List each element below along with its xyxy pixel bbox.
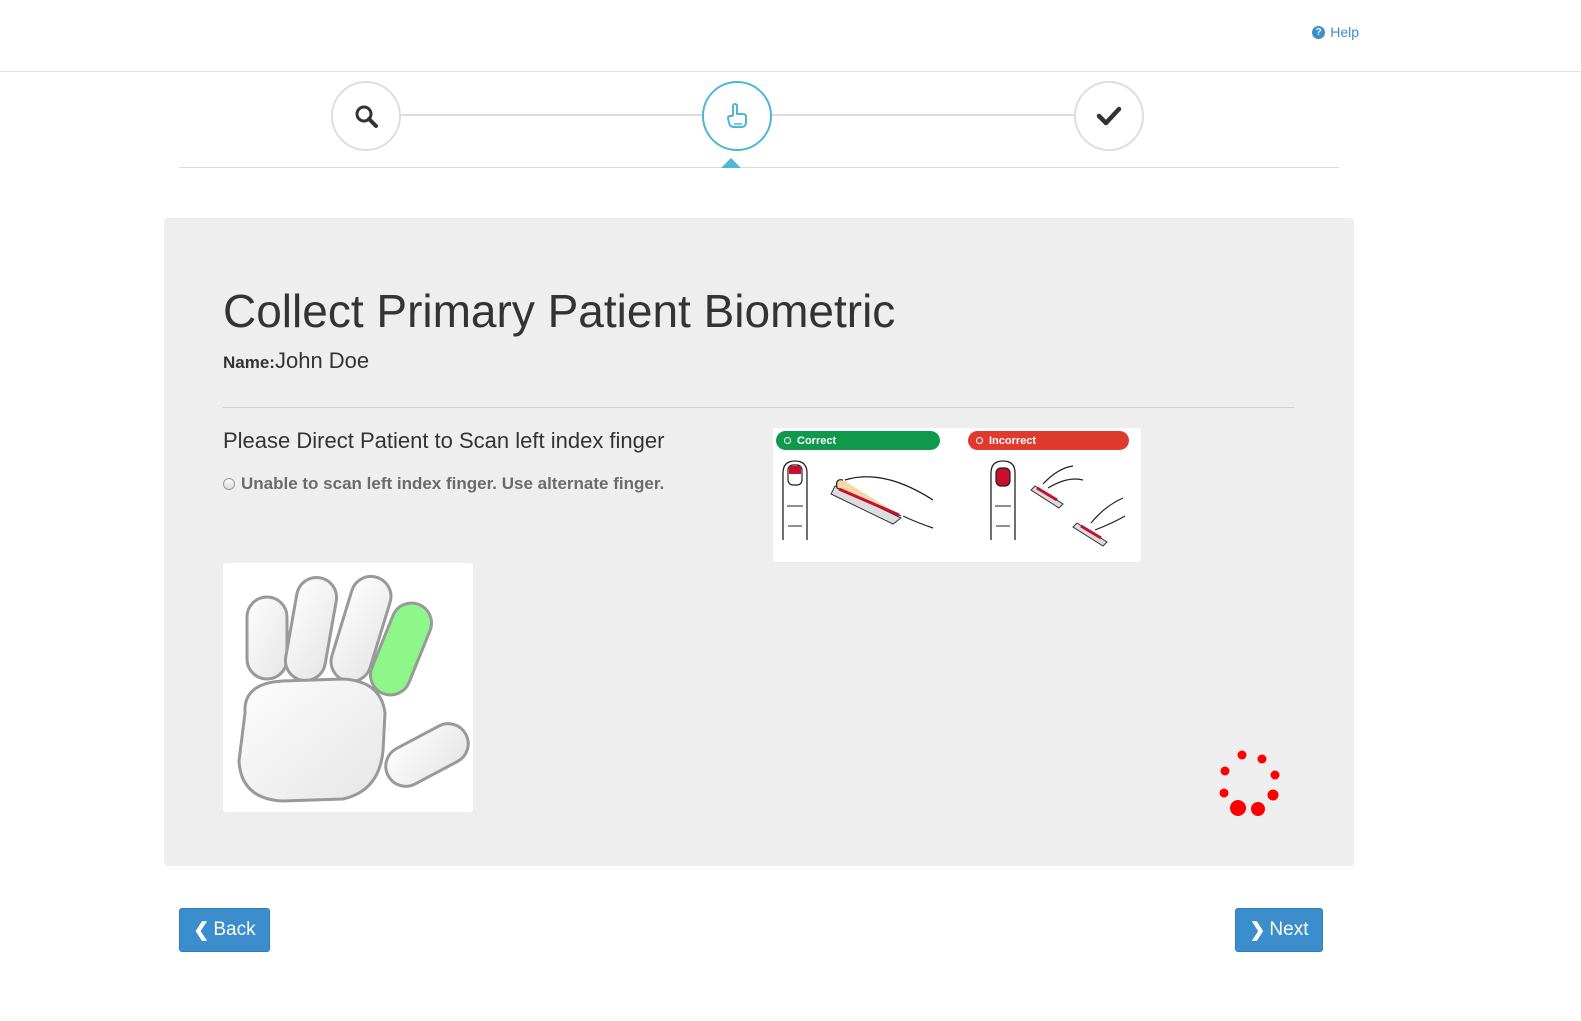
biometric-panel: Collect Primary Patient Biometric Name:J… [164,218,1354,866]
name-label: Name: [223,353,275,372]
next-button[interactable]: ❯ Next [1235,908,1323,952]
step-search[interactable] [331,81,401,151]
help-link[interactable]: ? Help [1312,24,1359,40]
chevron-left-icon: ❮ [193,919,210,941]
help-label: Help [1330,24,1359,40]
step-confirm[interactable] [1074,81,1144,151]
top-bar: ? Help [0,0,1581,72]
stepper-divider [179,167,1339,168]
patient-name-row: Name:John Doe [223,348,369,374]
alternate-finger-option[interactable]: Unable to scan left index finger. Use al… [223,474,664,494]
scan-instruction: Please Direct Patient to Scan left index… [223,428,665,453]
finger-placement-illustration [782,460,1126,547]
alternate-finger-radio[interactable] [223,478,235,490]
finger-pointing-icon [727,103,747,128]
next-label: Next [1269,919,1309,940]
search-icon [355,105,378,128]
checkmark-icon [1096,106,1122,126]
step-biometric[interactable] [702,81,772,151]
alternate-finger-label: Unable to scan left index finger. Use al… [241,474,665,493]
loading-spinner [1219,750,1280,816]
left-hand-icon [237,574,470,803]
back-label: Back [213,919,256,940]
chevron-right-icon: ❯ [1249,919,1266,941]
placement-guide-image: Correct Incorrect [773,428,1141,562]
question-circle-icon: ? [1312,25,1326,39]
hand-diagram [223,563,473,812]
back-button[interactable]: ❮ Back [179,908,270,952]
divider [223,407,1294,408]
active-step-pointer [721,158,741,168]
patient-name: John Doe [274,348,370,373]
page-title: Collect Primary Patient Biometric [223,285,896,337]
